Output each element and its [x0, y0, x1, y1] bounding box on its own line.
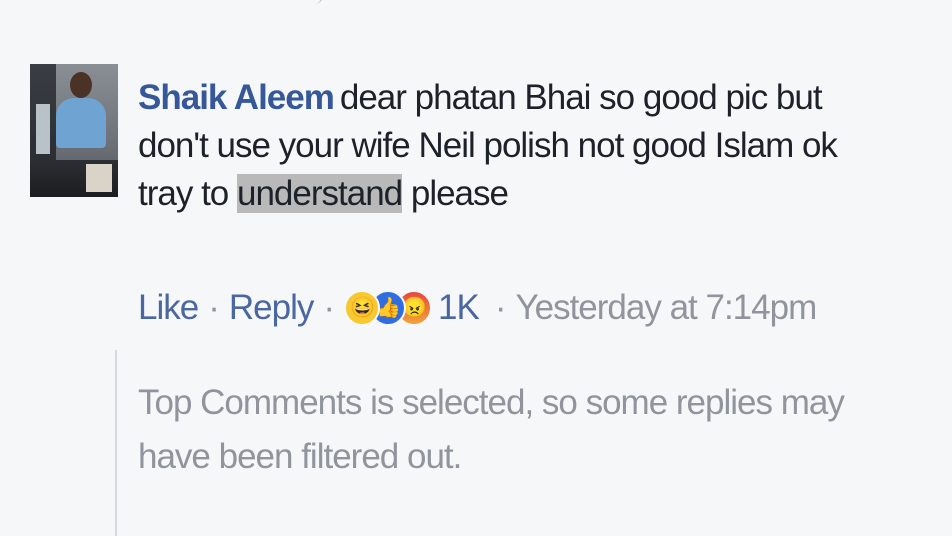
comment-author[interactable]: Shaik Aleem [138, 78, 335, 117]
comment-highlighted-text: understand [236, 174, 403, 213]
thread-connector [305, 0, 323, 4]
comment-text-end: please [402, 174, 509, 213]
reply-link[interactable]: Reply [229, 288, 314, 328]
comment-actions: Like · Reply · 😆 👍 😠 1K · Yesterday at 7… [138, 284, 817, 332]
avatar-torso [56, 98, 106, 148]
reactions-summary[interactable]: 😆 👍 😠 1K [344, 288, 480, 328]
haha-icon: 😆 [344, 290, 381, 326]
separator: · [494, 288, 507, 327]
comment-body: Shaik Aleem dear phatan Bhai so good pic … [138, 74, 878, 218]
separator: · [208, 288, 220, 327]
avatar-paper [86, 164, 112, 192]
avatar[interactable] [30, 64, 118, 197]
filter-notice: Top Comments is selected, so some replie… [138, 383, 845, 476]
reaction-count[interactable]: 1K [438, 288, 480, 328]
separator: · [323, 288, 335, 327]
comment-timestamp[interactable]: Yesterday at 7:14pm [515, 288, 817, 328]
like-link[interactable]: Like [138, 288, 199, 328]
avatar-monitor [36, 104, 50, 154]
reply-thread-line [115, 350, 117, 536]
avatar-head [70, 72, 92, 98]
